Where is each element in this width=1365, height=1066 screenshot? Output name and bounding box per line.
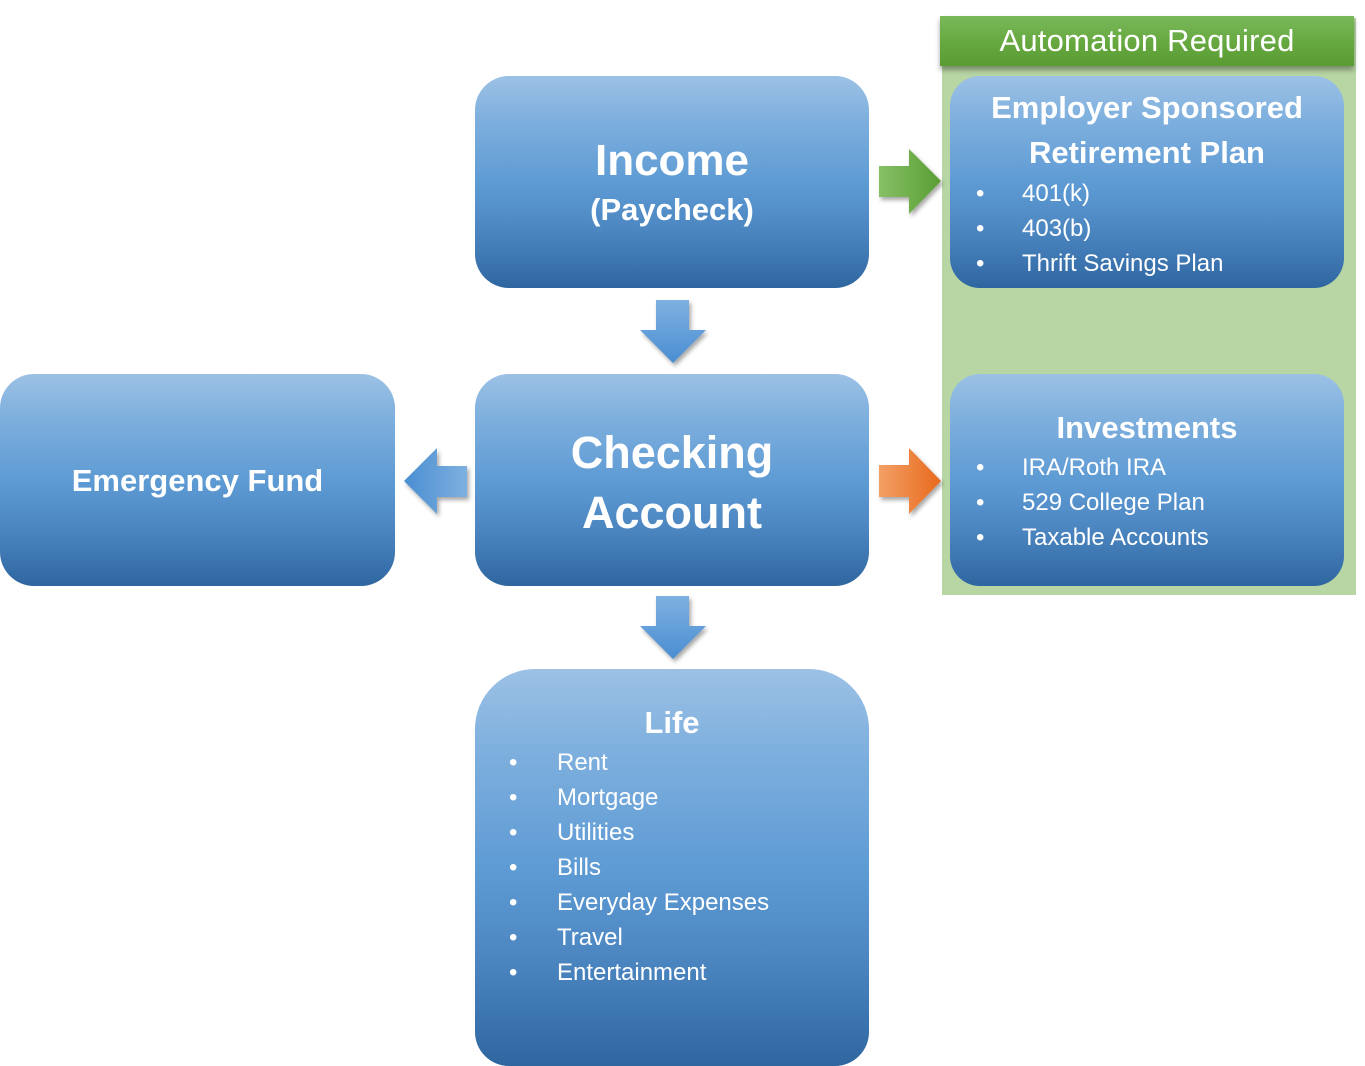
list-item: • Utilities bbox=[509, 815, 769, 850]
bullet-icon: • bbox=[976, 489, 985, 516]
list-item: • Travel bbox=[509, 920, 769, 955]
income-subtitle: (Paycheck) bbox=[590, 192, 754, 227]
bullet-icon: • bbox=[976, 215, 985, 242]
list-item: • Thrift Savings Plan bbox=[976, 246, 1223, 281]
list-item: • IRA/Roth IRA bbox=[976, 450, 1209, 485]
checking-title-line2: Account bbox=[582, 487, 762, 538]
emergency-fund-node: Emergency Fund bbox=[0, 374, 395, 586]
list-item-label: Rent bbox=[557, 749, 608, 776]
list-item-label: Taxable Accounts bbox=[1022, 524, 1209, 551]
retirement-plan-node: Employer Sponsored Retirement Plan • 401… bbox=[950, 76, 1344, 288]
bullet-icon: • bbox=[509, 854, 518, 881]
income-title: Income bbox=[594, 136, 750, 185]
list-item: • 401(k) bbox=[976, 176, 1223, 211]
bullet-icon: • bbox=[976, 250, 985, 277]
life-items-list: • Rent • Mortgage • Utilities • Bills • … bbox=[509, 745, 769, 990]
arrow-down-icon bbox=[640, 596, 706, 659]
bullet-icon: • bbox=[509, 889, 518, 916]
list-item-label: Travel bbox=[557, 924, 623, 951]
list-item-label: Utilities bbox=[557, 819, 635, 846]
list-item: • Rent bbox=[509, 745, 769, 780]
automation-required-header: Automation Required bbox=[940, 16, 1354, 66]
life-title: Life bbox=[644, 705, 700, 740]
list-item: • 529 College Plan bbox=[976, 485, 1209, 520]
bullet-icon: • bbox=[509, 924, 518, 951]
bullet-icon: • bbox=[509, 749, 518, 776]
arrow-right-icon bbox=[879, 448, 941, 514]
bullet-icon: • bbox=[976, 454, 985, 481]
life-node: Life • Rent • Mortgage • Utilities • Bil… bbox=[475, 669, 869, 1066]
list-item-label: Mortgage bbox=[557, 784, 659, 811]
arrow-left-icon bbox=[404, 448, 467, 514]
list-item-label: Everyday Expenses bbox=[557, 889, 770, 916]
checking-title-line1: Checking bbox=[570, 427, 774, 478]
arrow-down-icon bbox=[640, 300, 706, 363]
list-item-label: 403(b) bbox=[1022, 215, 1092, 242]
bullet-icon: • bbox=[976, 180, 985, 207]
list-item-label: 529 College Plan bbox=[1022, 489, 1205, 516]
retirement-items-list: • 401(k) • 403(b) • Thrift Savings Plan bbox=[976, 176, 1223, 281]
list-item-label: Entertainment bbox=[557, 959, 707, 986]
list-item-label: 401(k) bbox=[1022, 180, 1091, 207]
list-item: • Bills bbox=[509, 850, 769, 885]
arrow-right-icon bbox=[879, 149, 941, 214]
list-item-label: IRA/Roth IRA bbox=[1022, 454, 1167, 481]
list-item: • Entertainment bbox=[509, 955, 769, 990]
checking-account-node: Checking Account bbox=[475, 374, 869, 586]
bullet-icon: • bbox=[509, 819, 518, 846]
bullet-icon: • bbox=[509, 784, 518, 811]
list-item: • Everyday Expenses bbox=[509, 885, 769, 920]
retirement-title-line2: Retirement Plan bbox=[1028, 135, 1265, 170]
list-item: • 403(b) bbox=[976, 211, 1223, 246]
list-item-label: Bills bbox=[557, 854, 602, 881]
list-item-label: Thrift Savings Plan bbox=[1022, 250, 1224, 277]
list-item: • Mortgage bbox=[509, 780, 769, 815]
retirement-title-line1: Employer Sponsored bbox=[991, 90, 1303, 125]
bullet-icon: • bbox=[976, 524, 985, 551]
investments-items-list: • IRA/Roth IRA • 529 College Plan • Taxa… bbox=[976, 450, 1209, 555]
income-node: Income (Paycheck) bbox=[475, 76, 869, 288]
list-item: • Taxable Accounts bbox=[976, 520, 1209, 555]
bullet-icon: • bbox=[509, 959, 518, 986]
emergency-fund-title: Emergency Fund bbox=[71, 463, 324, 498]
investments-node: Investments • IRA/Roth IRA • 529 College… bbox=[950, 374, 1344, 586]
investments-title: Investments bbox=[1056, 410, 1238, 445]
